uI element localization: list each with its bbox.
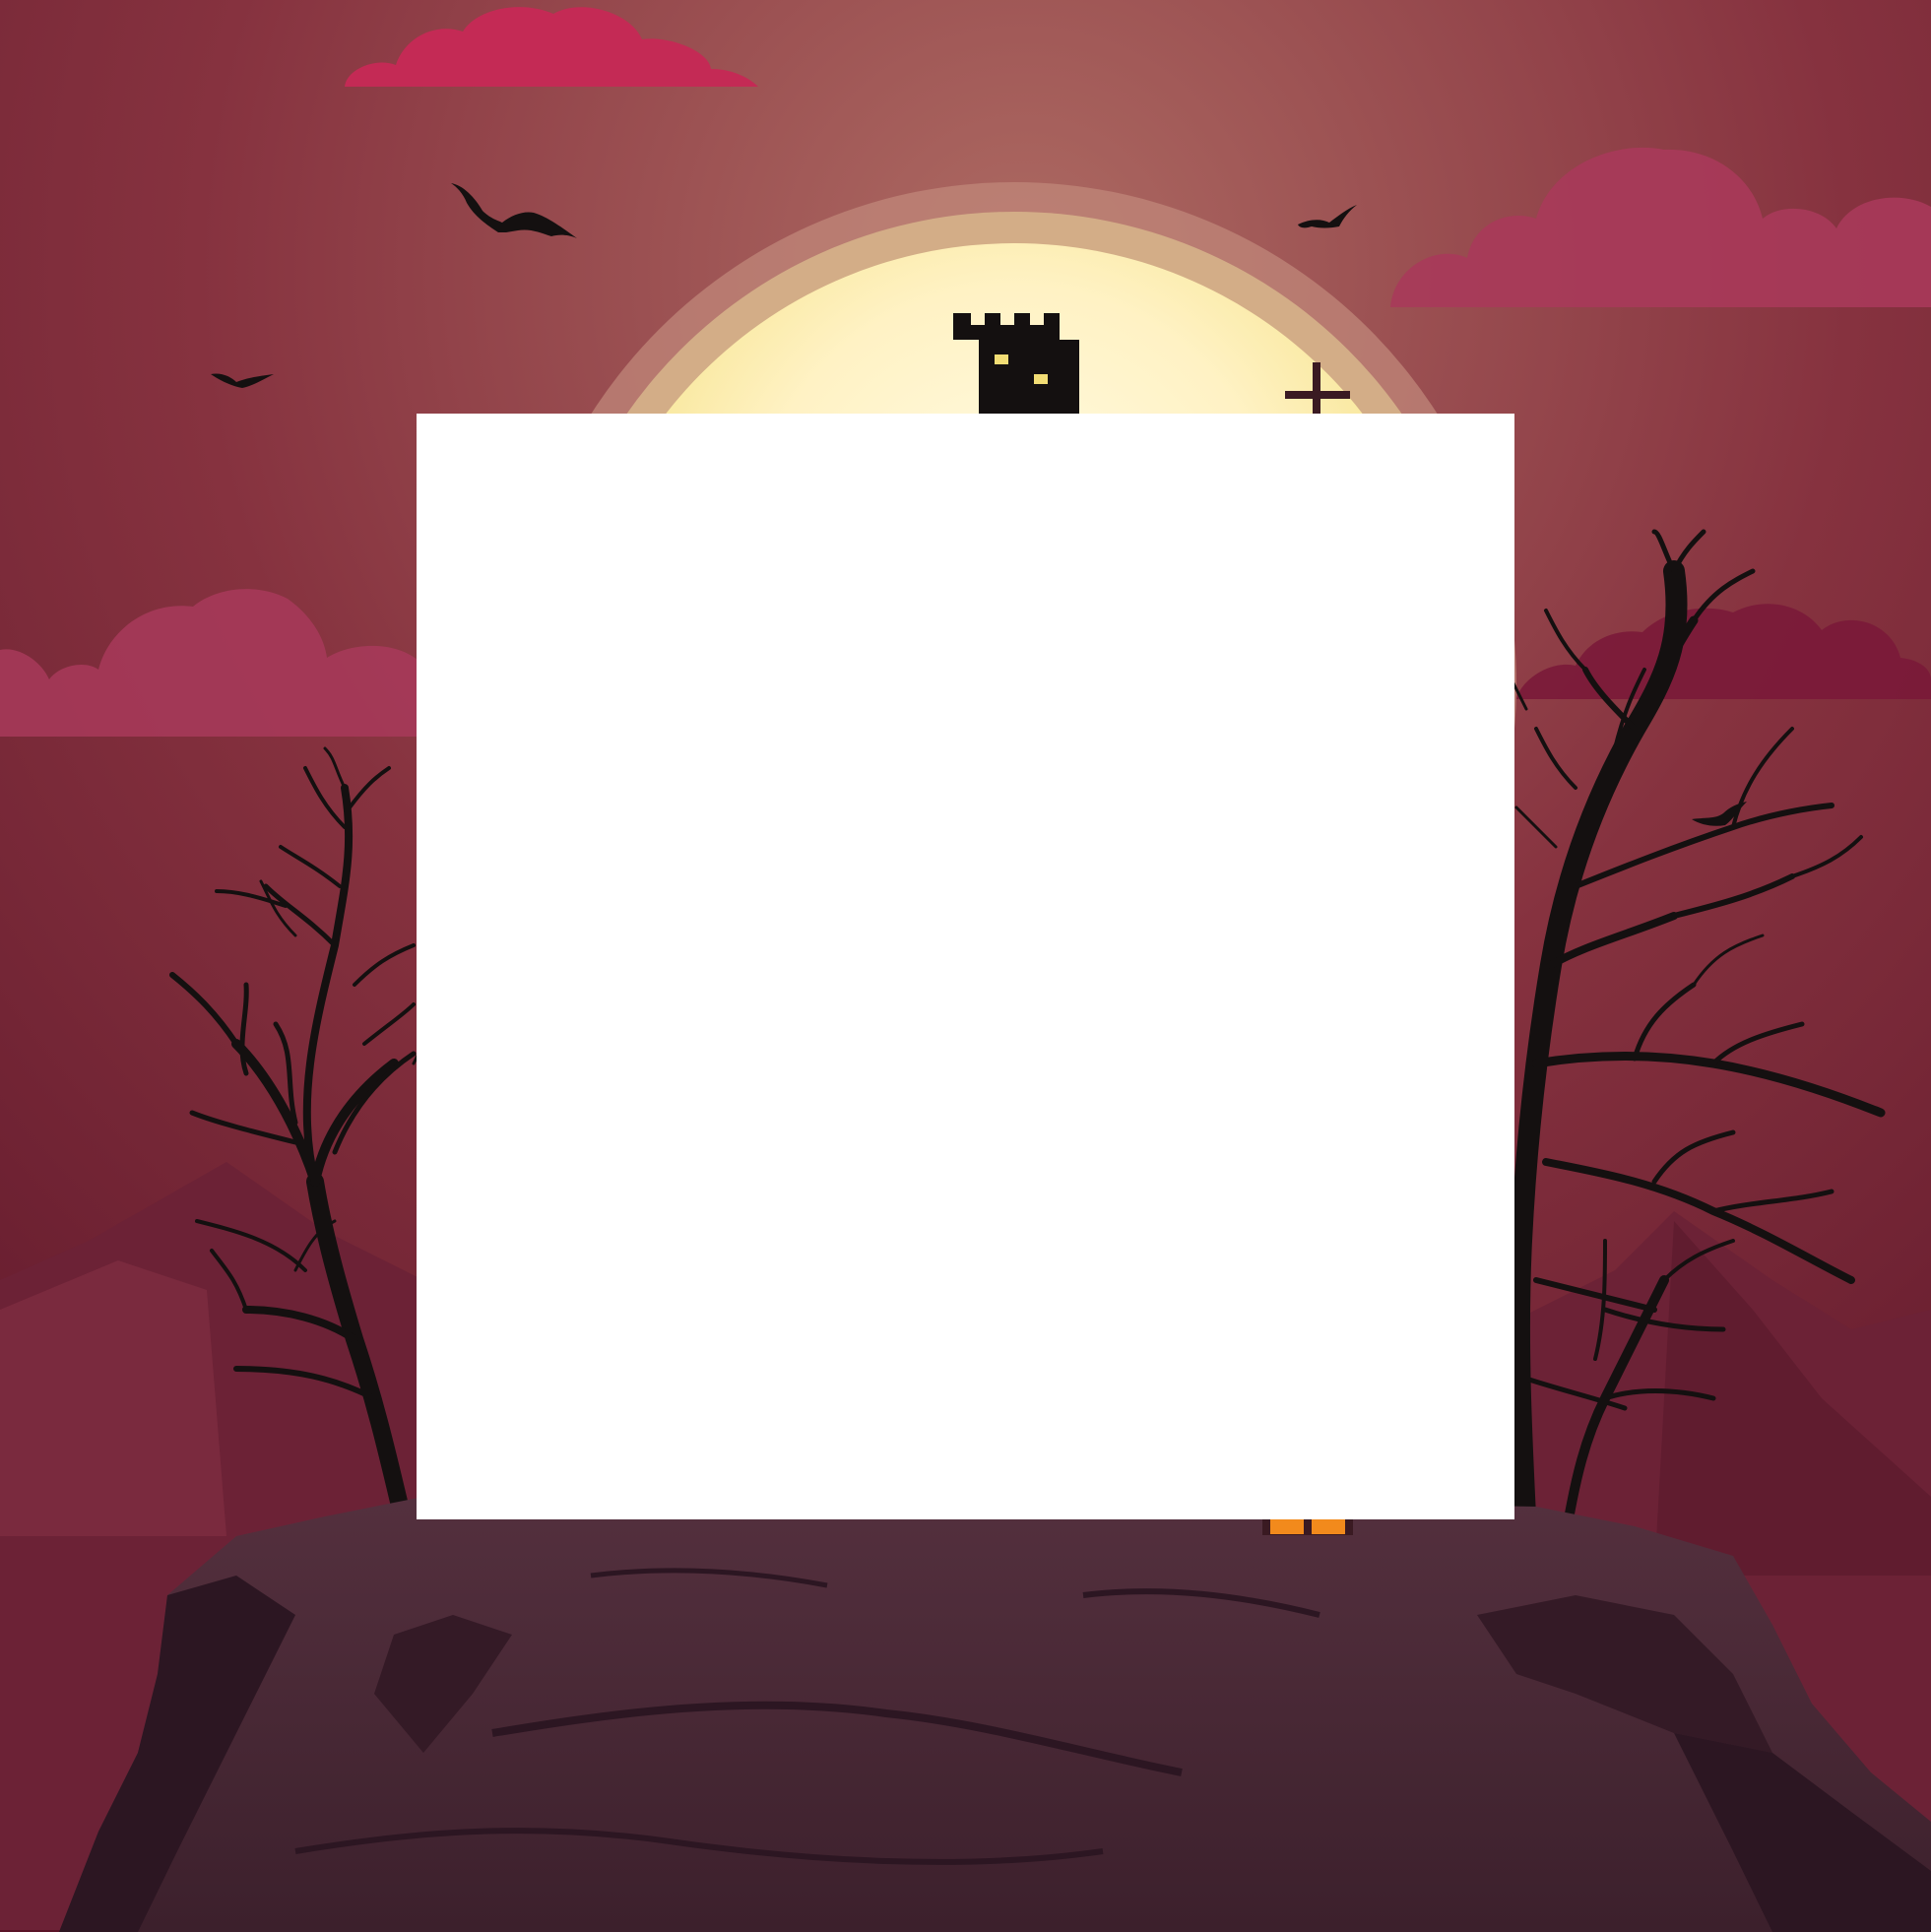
rocky-cliff: [59, 1497, 1931, 1932]
halloween-scene: [0, 0, 1931, 1932]
blank-panel: [417, 414, 1514, 1519]
